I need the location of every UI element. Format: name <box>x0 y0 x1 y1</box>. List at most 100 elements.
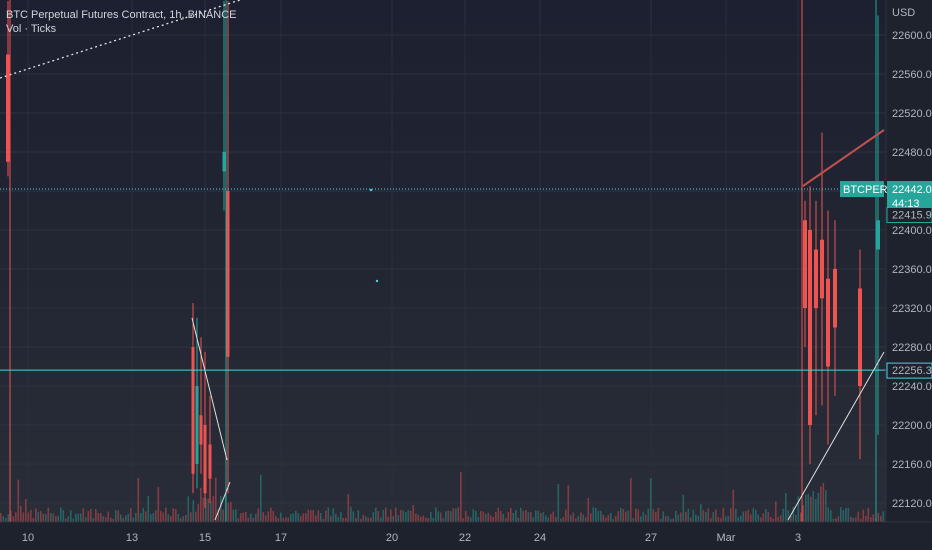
volume-bar <box>527 512 530 522</box>
volume-bar <box>377 511 380 522</box>
last-price-text: 22442.0 <box>892 184 932 196</box>
volume-bar <box>457 507 460 522</box>
volume-bar <box>355 517 357 522</box>
volume-bar <box>2 516 5 522</box>
volume-bar <box>307 509 310 522</box>
volume-bar <box>465 511 467 522</box>
volume-bar <box>717 517 720 522</box>
volume-bar <box>35 508 37 522</box>
volume-bar <box>222 509 225 522</box>
volume-bar <box>622 509 625 522</box>
volume-bar <box>815 499 817 522</box>
volume-bar <box>85 517 87 522</box>
volume-bar <box>482 511 485 522</box>
volume-bar <box>802 505 805 522</box>
volume-bar <box>817 492 820 522</box>
volume-bar <box>387 516 390 522</box>
volume-bar <box>410 510 412 522</box>
volume-bar <box>182 515 185 522</box>
volume-bar <box>247 517 250 522</box>
volume-bar <box>50 513 52 522</box>
volume-bar <box>812 490 815 522</box>
volume-bar <box>442 518 445 522</box>
volume-bar <box>440 512 442 522</box>
volume-bar <box>300 515 302 522</box>
price-chart[interactable]: USD22600.022560.022520.022480.022440.022… <box>0 0 932 550</box>
volume-bar <box>607 514 610 522</box>
volume-bar <box>495 511 497 522</box>
volume-bar <box>142 508 145 522</box>
y-tick-label: 22600.0 <box>892 30 932 42</box>
volume-bar <box>510 507 512 522</box>
volume-bar <box>162 512 165 522</box>
volume-bar <box>87 511 90 522</box>
volume-bar <box>70 510 72 522</box>
y-tick-label: 22280.0 <box>892 342 932 354</box>
volume-bar <box>755 509 757 522</box>
volume-bar <box>192 500 195 522</box>
volume-bar <box>235 509 237 522</box>
volume-bar <box>605 517 607 522</box>
volume-bar <box>747 509 750 522</box>
volume-bar <box>577 516 580 522</box>
volume-bar <box>575 518 577 522</box>
volume-bar <box>585 517 587 522</box>
volume-bar <box>455 508 457 522</box>
volume-bar <box>870 517 872 522</box>
candle-body <box>222 152 226 172</box>
volume-bar <box>0 513 2 522</box>
volume-bar <box>262 512 265 522</box>
volume-bar <box>822 482 825 522</box>
volume-bar <box>177 513 180 522</box>
volume-bar <box>187 496 190 522</box>
volume-bar <box>170 516 172 522</box>
volume-bar <box>810 496 812 522</box>
volume-bar <box>270 507 272 522</box>
volume-bar <box>320 513 322 522</box>
volume-bar <box>295 510 297 522</box>
volume-bar <box>395 507 397 522</box>
volume-bar <box>327 507 330 522</box>
volume-bar <box>615 516 617 522</box>
volume-bar <box>807 493 810 522</box>
volume-bar <box>567 485 570 522</box>
volume-bar <box>20 506 22 522</box>
volume-bar <box>700 504 702 522</box>
volume-bar <box>157 487 160 522</box>
volume-bar <box>497 507 500 522</box>
volume-bar <box>165 507 167 522</box>
candle-body <box>826 278 830 367</box>
volume-bar <box>302 513 305 522</box>
candle-body <box>195 386 199 464</box>
volume-bar <box>230 502 232 522</box>
volume-bar <box>745 511 747 522</box>
volume-bar <box>277 518 280 522</box>
volume-bar <box>255 513 257 522</box>
marker-dot <box>375 279 379 283</box>
volume-bar <box>730 508 732 522</box>
volume-bar <box>595 508 597 522</box>
chart-title: BTC Perpetual Futures Contract, 1h, BINA… <box>6 9 237 21</box>
volume-bar <box>245 511 247 522</box>
volume-bar <box>57 515 60 522</box>
volume-bar <box>180 517 182 522</box>
volume-bar <box>40 511 42 522</box>
volume-bar <box>5 518 7 522</box>
volume-bar <box>695 514 697 522</box>
volume-bar <box>212 495 215 522</box>
volume-bar <box>350 506 352 522</box>
volume-bar <box>850 516 852 522</box>
chart-area[interactable]: USD22600.022560.022520.022480.022440.022… <box>0 0 932 550</box>
volume-bar <box>760 517 762 522</box>
volume-bar <box>880 516 882 522</box>
volume-bar <box>837 516 840 522</box>
volume-bar <box>840 507 842 522</box>
volume-bar <box>160 510 162 522</box>
volume-bar <box>765 509 767 522</box>
volume-bar <box>597 510 600 522</box>
volume-bar <box>450 511 452 522</box>
volume-bar <box>330 516 332 522</box>
volume-bar <box>402 510 405 522</box>
volume-bar <box>12 516 15 522</box>
volume-bar <box>572 512 575 522</box>
